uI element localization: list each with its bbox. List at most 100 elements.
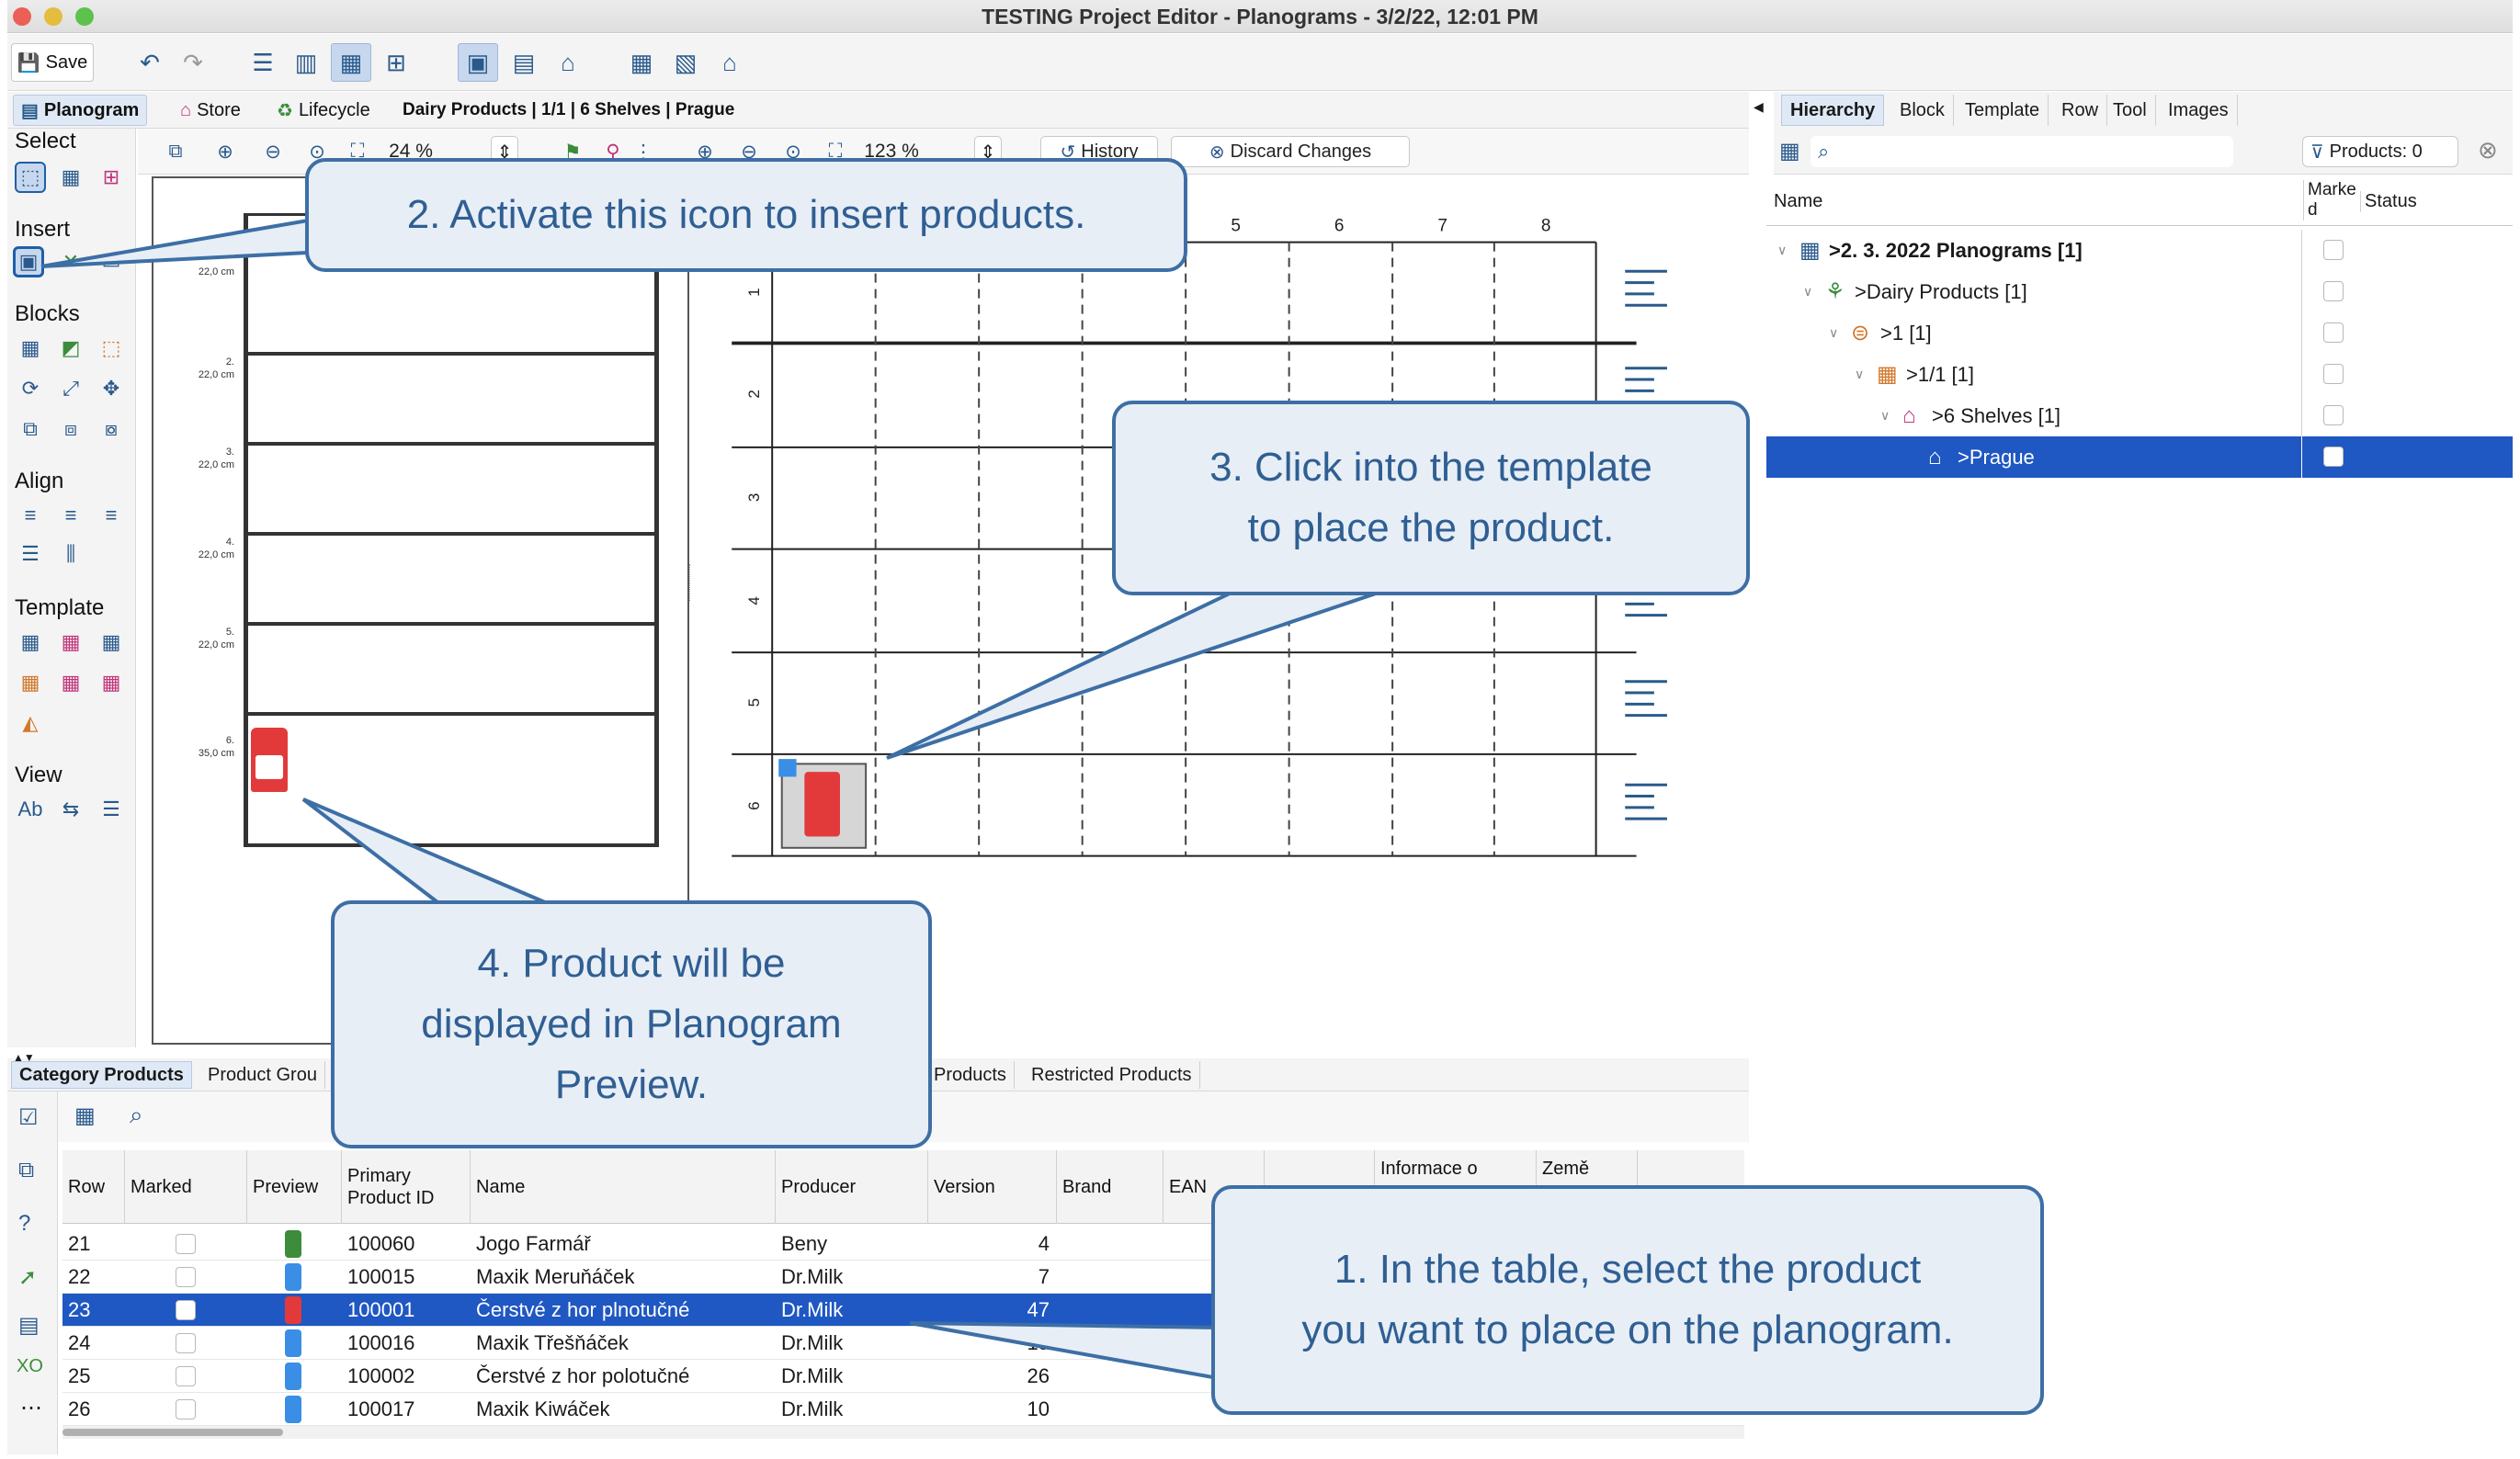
view-list-icon[interactable]: ☰	[96, 794, 127, 825]
tab-block[interactable]: Block	[1891, 95, 1954, 126]
blocks-rotate-icon[interactable]: ⟳	[15, 373, 46, 404]
blocks-move-icon[interactable]: ✥	[96, 373, 127, 404]
clear-filter-icon[interactable]: ⊗	[2478, 136, 2498, 164]
hierarchy-marked-checkbox[interactable]	[2323, 447, 2344, 467]
chevron-down-icon[interactable]: ∨	[1829, 325, 1851, 341]
chevron-down-icon[interactable]: ∨	[1855, 367, 1877, 382]
discard-changes-button[interactable]: ⊗ Discard Changes	[1171, 136, 1410, 167]
house-button[interactable]: ⌂	[711, 43, 748, 82]
hierarchy-search-field[interactable]: ⌕	[1811, 136, 2233, 167]
row-marked-checkbox[interactable]	[176, 1366, 196, 1386]
blocks-merge-icon[interactable]: ⧇	[96, 413, 127, 445]
tab-restricted-products[interactable]: Restricted Products	[1024, 1061, 1200, 1089]
hierarchy-row[interactable]: ∨ ⚘ >Dairy Products [1]	[1766, 271, 2513, 312]
align-justify-icon[interactable]: ☰	[15, 538, 46, 570]
align-left-icon[interactable]: ≡	[15, 500, 46, 531]
insert-product-icon[interactable]: ▣	[13, 246, 44, 277]
tab-images[interactable]: Images	[2160, 95, 2238, 126]
hierarchy-marked-checkbox[interactable]	[2323, 240, 2344, 260]
layout-button[interactable]: ⊞	[378, 43, 414, 82]
view-labels-icon[interactable]: Ab	[15, 794, 46, 825]
hierarchy-col-name[interactable]: Name	[1774, 191, 1822, 212]
hierarchy-row[interactable]: ∨ ⌂ >6 Shelves [1]	[1766, 395, 2513, 436]
blocks-split-icon[interactable]: ⧈	[55, 413, 86, 445]
col-producer[interactable]: Producer	[776, 1150, 928, 1224]
tab-planogram[interactable]: ▤ Planogram	[13, 95, 148, 126]
store-view-button[interactable]: ⌂	[550, 43, 586, 82]
tab-store[interactable]: ⌂ Store	[173, 95, 248, 126]
template-check-icon[interactable]: ▦	[96, 627, 127, 658]
tab-products[interactable]: Products	[926, 1061, 1015, 1089]
pointer-icon[interactable]: ➚	[18, 1264, 37, 1291]
blocks-grid-icon[interactable]: ▦	[15, 333, 46, 364]
shelf-view-button[interactable]: ▤	[505, 43, 542, 82]
zoom-out-icon[interactable]: ⊖	[257, 136, 289, 167]
rows-view-button[interactable]: ☰	[244, 43, 281, 82]
hierarchy-row[interactable]: ∨ ⊜ >1 [1]	[1766, 312, 2513, 354]
fit-icon[interactable]: ⧉	[160, 136, 191, 167]
select-grid-icon[interactable]: ▦	[55, 162, 86, 193]
hierarchy-row[interactable]: ∨ ▦ >1/1 [1]	[1766, 354, 2513, 395]
template-move-icon[interactable]: ▦	[55, 667, 86, 698]
row-marked-checkbox[interactable]	[176, 1300, 196, 1320]
col-brand[interactable]: Brand	[1057, 1150, 1164, 1224]
view-blocks-icon[interactable]: ⇆	[55, 794, 86, 825]
chevron-down-icon[interactable]: ∨	[1803, 284, 1825, 300]
table-button[interactable]: ▦	[623, 43, 660, 82]
blocks-select-icon[interactable]: ⬚	[96, 333, 127, 364]
documents-icon[interactable]: ▤	[18, 1312, 40, 1339]
col-version[interactable]: Version	[928, 1150, 1057, 1224]
insert-xo-icon[interactable]: ✕	[55, 246, 86, 277]
hierarchy-col-status[interactable]: Status	[2360, 191, 2417, 212]
scrollbar-thumb[interactable]	[62, 1429, 283, 1436]
hierarchy-marked-checkbox[interactable]	[2323, 281, 2344, 301]
row-marked-checkbox[interactable]	[176, 1399, 196, 1419]
collapse-left-arrow[interactable]: ◀	[1754, 99, 1764, 115]
tab-tool[interactable]: Tool	[2105, 95, 2156, 126]
row-marked-checkbox[interactable]	[176, 1267, 196, 1287]
check-all-icon[interactable]: ☑	[18, 1104, 39, 1131]
tab-row[interactable]: Row	[2053, 95, 2108, 126]
row-marked-checkbox[interactable]	[176, 1234, 196, 1254]
help-icon[interactable]: ?	[18, 1211, 30, 1237]
col-name[interactable]: Name	[471, 1150, 776, 1224]
chevron-down-icon[interactable]: ∨	[1880, 408, 1902, 424]
hierarchy-col-marked[interactable]: Marke d	[2303, 180, 2356, 221]
col-preview[interactable]: Preview	[247, 1150, 342, 1224]
template-edit-icon[interactable]: ▦	[55, 627, 86, 658]
template-copy-icon[interactable]: ▦	[15, 667, 46, 698]
blocks-cube-icon[interactable]: ◩	[55, 333, 86, 364]
save-button[interactable]: 💾 Save	[11, 43, 94, 82]
xo-icon[interactable]: XO	[17, 1356, 43, 1377]
tab-hierarchy[interactable]: Hierarchy	[1781, 95, 1885, 126]
blocks-group-icon[interactable]: ⧉	[15, 413, 46, 445]
insert-block-icon[interactable]: ▭	[96, 246, 127, 277]
grid-view-button[interactable]: ▦	[331, 43, 371, 82]
map-button[interactable]: ▧	[667, 43, 704, 82]
align-right-icon[interactable]: ≡	[96, 500, 127, 531]
chevron-down-icon[interactable]: ∨	[1777, 243, 1799, 258]
hierarchy-marked-checkbox[interactable]	[2323, 364, 2344, 384]
hierarchy-row[interactable]: ∨ ▦ >2. 3. 2022 Planograms [1]	[1766, 230, 2513, 271]
select-tool-icon[interactable]: ⬚	[15, 162, 46, 193]
preview-scroll-handle[interactable]	[689, 564, 693, 601]
tab-product-groups[interactable]: Product Grou	[200, 1061, 325, 1089]
template-delete-icon[interactable]: ▦	[96, 667, 127, 698]
planogram-view-button[interactable]: ▣	[458, 43, 498, 82]
col-row[interactable]: Row	[62, 1150, 125, 1224]
hierarchy-marked-checkbox[interactable]	[2323, 405, 2344, 425]
columns-view-button[interactable]: ▥	[288, 43, 324, 82]
hierarchy-marked-checkbox[interactable]	[2323, 322, 2344, 343]
more-options-icon[interactable]: ⋯	[20, 1395, 42, 1421]
col-primary-id[interactable]: Primary Product ID	[342, 1150, 471, 1224]
table-horizontal-scrollbar[interactable]	[62, 1426, 1744, 1439]
tab-category-products[interactable]: Category Products	[11, 1061, 192, 1089]
select-all-icon[interactable]: ⊞	[96, 162, 127, 193]
undo-button[interactable]: ↶	[131, 43, 168, 82]
table-settings-icon[interactable]: ▦	[74, 1103, 96, 1129]
products-count-button[interactable]: ⊽ Products: 0	[2302, 136, 2458, 167]
row-marked-checkbox[interactable]	[176, 1333, 196, 1353]
align-center-icon[interactable]: ≡	[55, 500, 86, 531]
hierarchy-table-icon[interactable]: ▦	[1779, 138, 1800, 164]
blocks-resize-icon[interactable]: ⤢	[55, 373, 86, 404]
